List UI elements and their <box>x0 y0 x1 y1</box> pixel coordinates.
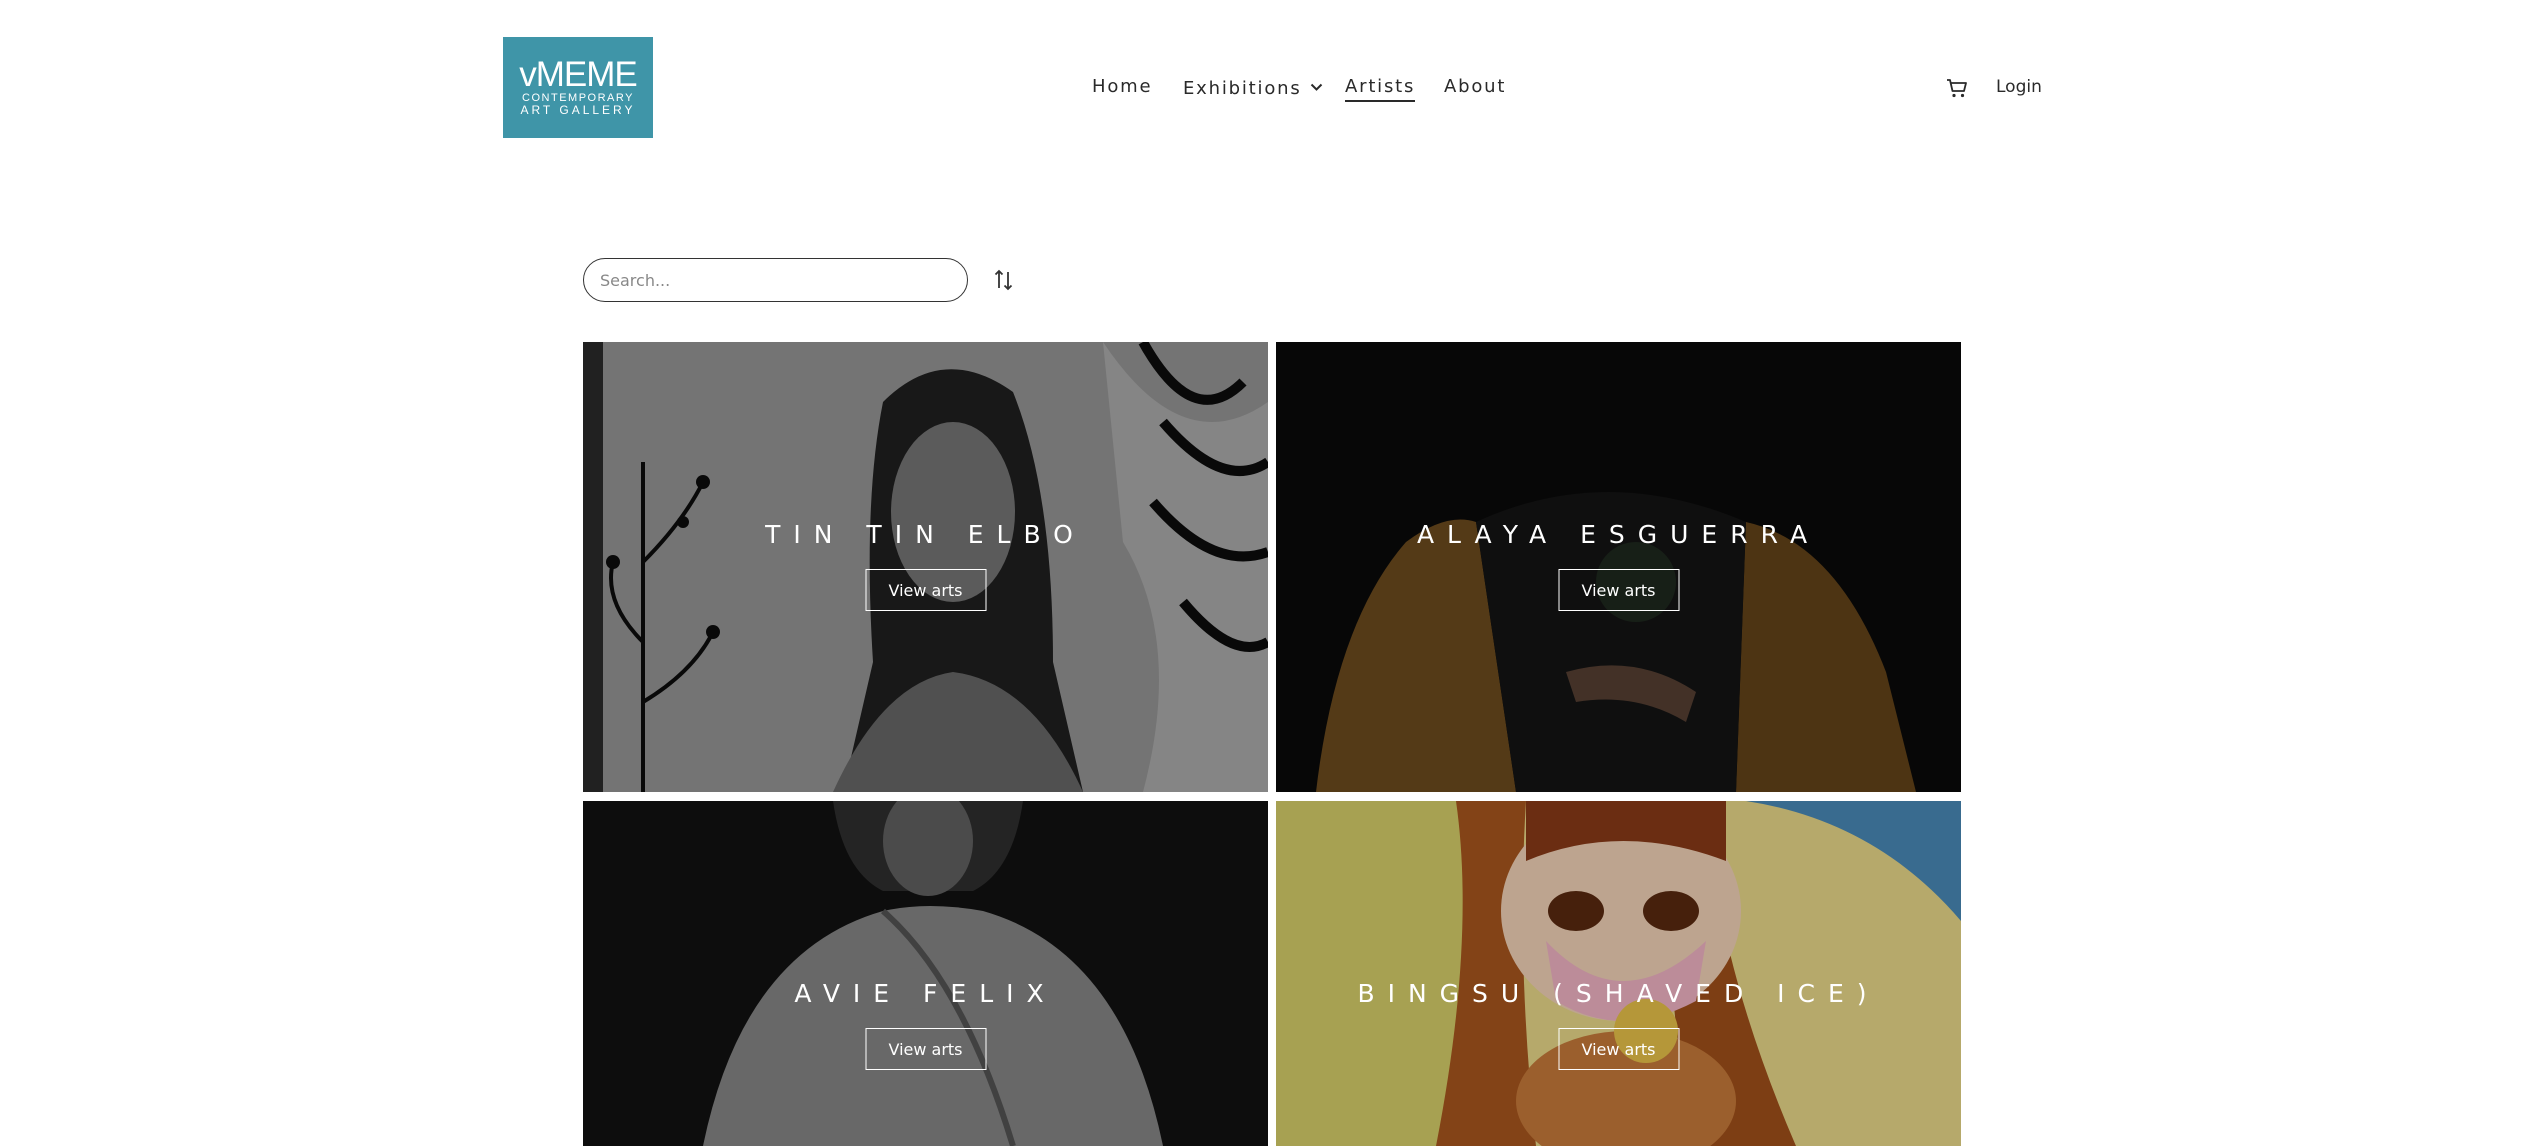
sort-icon[interactable] <box>994 268 1016 292</box>
view-arts-button[interactable]: View arts <box>1558 1028 1679 1070</box>
artist-card[interactable]: BINGSU (SHAVED ICE) View arts <box>1276 801 1961 1146</box>
nav-exhibitions-label: Exhibitions <box>1183 78 1302 99</box>
search-input[interactable] <box>583 258 968 302</box>
login-link[interactable]: Login <box>1996 77 2042 97</box>
view-arts-button[interactable]: View arts <box>865 569 986 611</box>
nav-artists[interactable]: Artists <box>1345 76 1416 102</box>
view-arts-button[interactable]: View arts <box>865 1028 986 1070</box>
image-overlay <box>1276 342 1961 792</box>
logo-sub2-text: ART GALLERY <box>520 103 636 117</box>
nav-home[interactable]: Home <box>1092 76 1152 97</box>
chevron-down-icon <box>1310 76 1323 97</box>
nav-about[interactable]: About <box>1444 76 1506 97</box>
image-overlay <box>583 801 1268 1146</box>
artist-card[interactable]: ALAYA ESGUERRA View arts <box>1276 342 1961 792</box>
image-overlay <box>1276 801 1961 1146</box>
artist-name: ALAYA ESGUERRA <box>1416 520 1821 549</box>
image-overlay <box>583 342 1268 792</box>
artist-name: BINGSU (SHAVED ICE) <box>1357 979 1880 1008</box>
artist-card[interactable]: TIN TIN ELBO View arts <box>583 342 1268 792</box>
artist-name: TIN TIN ELBO <box>765 520 1086 549</box>
main-nav: Home Exhibitions Artists About <box>0 76 2541 102</box>
cart-icon[interactable] <box>1945 76 1969 100</box>
view-arts-button[interactable]: View arts <box>1558 569 1679 611</box>
artist-name: AVIE FELIX <box>794 979 1057 1008</box>
artist-card[interactable]: AVIE FELIX View arts <box>583 801 1268 1146</box>
nav-exhibitions[interactable]: Exhibitions <box>1183 76 1323 99</box>
